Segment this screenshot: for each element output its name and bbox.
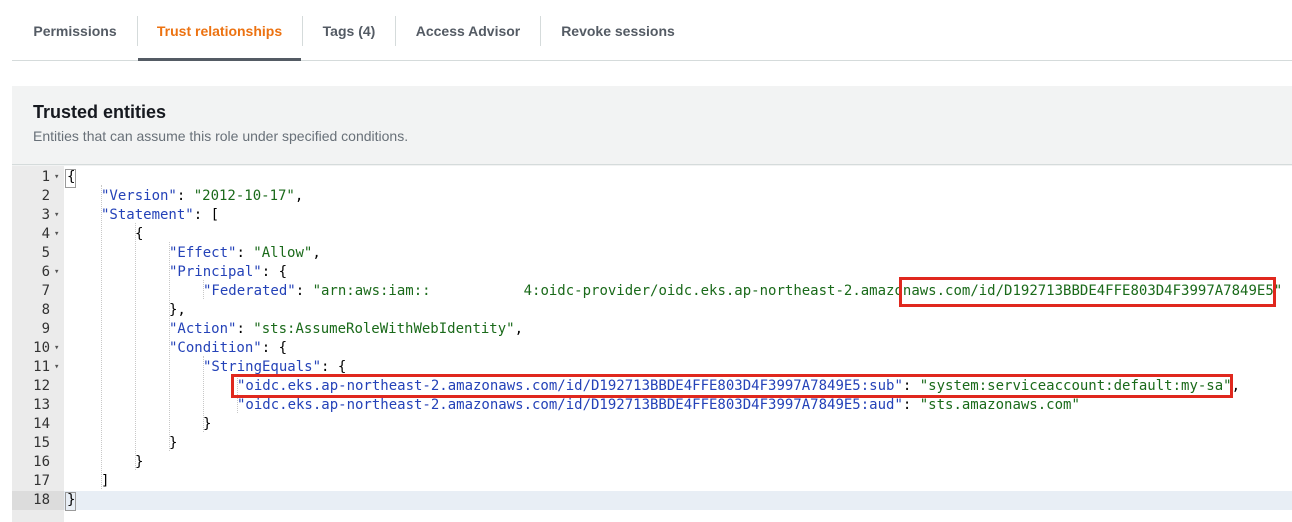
code-line: 13 "oidc.eks.ap-northeast-2.amazonaws.co… — [12, 396, 1292, 415]
json-key: "Statement" — [101, 207, 194, 223]
json-brace: }, — [169, 302, 186, 318]
tab-access-advisor[interactable]: Access Advisor — [396, 0, 540, 60]
json-colon: : — [176, 188, 194, 204]
tab-revoke-sessions[interactable]: Revoke sessions — [541, 0, 695, 60]
json-key: "Version" — [101, 188, 177, 204]
line-number: 5 — [41, 245, 50, 261]
code-line: 15 } — [12, 434, 1292, 453]
json-colon: : — [295, 283, 313, 299]
json-punct: : { — [321, 359, 347, 375]
json-punct: , — [514, 321, 524, 337]
json-line-version: "Version": "2012-10-17", — [101, 187, 303, 206]
line-number: 17 — [33, 473, 50, 489]
line-number: 2 — [41, 188, 50, 204]
json-line-aud-condition: "oidc.eks.ap-northeast-2.amazonaws.com/i… — [237, 396, 1080, 415]
line-number: 14 — [33, 416, 50, 432]
json-code-editor[interactable]: 1 ▾ { 2 "Version": "2012-10-17", 3 ▾ "Stat… — [12, 166, 1292, 522]
json-line-principal: "Principal": { — [169, 263, 287, 282]
tab-access-advisor-label: Access Advisor — [415, 23, 521, 39]
code-line: 16 } — [12, 453, 1292, 472]
json-brace: } — [169, 435, 178, 451]
code-line: 17 ] — [12, 472, 1292, 491]
code-line: 2 "Version": "2012-10-17", — [12, 187, 1292, 206]
json-key: "Action" — [169, 321, 237, 337]
panel-description: Entities that can assume this role under… — [33, 128, 409, 144]
line-number: 15 — [33, 435, 50, 451]
code-line: 14 } — [12, 415, 1292, 434]
tab-trust-relationships-label: Trust relationships — [156, 23, 283, 39]
line-number: 1 — [41, 169, 50, 185]
code-line: 10 ▾ "Condition": { — [12, 339, 1292, 358]
json-value: "Allow" — [253, 245, 313, 261]
line-number: 6 — [41, 264, 50, 280]
fold-caret-icon[interactable]: ▾ — [54, 168, 59, 187]
line-number: 16 — [33, 454, 50, 470]
json-bracket: ] — [101, 473, 110, 489]
highlight-box-sub-condition — [231, 374, 1233, 398]
tab-permissions-label: Permissions — [33, 23, 117, 39]
json-punct: , — [294, 188, 304, 204]
line-number: 9 — [41, 321, 50, 337]
json-key: "oidc.eks.ap-northeast-2.amazonaws.com/i… — [237, 397, 903, 413]
fold-caret-icon[interactable]: ▾ — [54, 225, 59, 244]
panel-header: Trusted entities Entities that can assum… — [12, 86, 1292, 165]
json-brace: } — [135, 454, 144, 470]
json-colon: : — [236, 321, 254, 337]
json-punct: : [ — [193, 207, 220, 223]
json-brace: } — [203, 416, 212, 432]
line-number: 4 — [41, 226, 50, 242]
code-line: 5 "Effect": "Allow", — [12, 244, 1292, 263]
tab-trust-relationships[interactable]: Trust relationships — [138, 0, 301, 61]
code-line: 9 "Action": "sts:AssumeRoleWithWebIdenti… — [12, 320, 1292, 339]
tab-permissions[interactable]: Permissions — [22, 0, 128, 60]
line-number: 12 — [33, 378, 50, 394]
json-line-effect: "Effect": "Allow", — [169, 244, 321, 263]
json-value: "2012-10-17" — [193, 188, 295, 204]
line-number: 11 — [33, 359, 50, 375]
line-number: 7 — [41, 283, 50, 299]
active-tab-indicator — [138, 58, 301, 61]
json-value-start: "arn:aws:iam:: — [312, 283, 431, 299]
highlight-box-federated — [899, 277, 1276, 307]
json-colon: : — [236, 245, 254, 261]
bracket-match-box — [65, 492, 76, 511]
fold-caret-icon[interactable]: ▾ — [54, 206, 59, 225]
json-key: "Federated" — [203, 283, 296, 299]
line-number: 10 — [33, 340, 50, 356]
panel-title: Trusted entities — [33, 102, 167, 122]
code-line: 3 ▾ "Statement": [ — [12, 206, 1292, 225]
line-number: 3 — [41, 207, 50, 223]
json-line-action: "Action": "sts:AssumeRoleWithWebIdentity… — [169, 320, 523, 339]
bracket-match-box — [65, 169, 76, 188]
json-value: "sts:AssumeRoleWithWebIdentity" — [253, 321, 515, 337]
json-colon: : — [902, 397, 920, 413]
line-number: 8 — [41, 302, 50, 318]
json-key: "Effect" — [169, 245, 237, 261]
tab-tags-label: Tags (4) — [322, 23, 376, 39]
fold-caret-icon[interactable]: ▾ — [54, 339, 59, 358]
json-key: "Condition" — [169, 340, 262, 356]
tab-bar: Permissions Trust relationships Tags (4)… — [12, 0, 1292, 61]
json-value: "sts.amazonaws.com" — [919, 397, 1080, 413]
json-key: "StringEquals" — [203, 359, 322, 375]
code-line-active: 18 } — [12, 491, 1292, 511]
json-punct: : { — [261, 340, 288, 356]
json-punct: , — [312, 245, 321, 261]
tab-tags[interactable]: Tags (4) — [303, 0, 395, 60]
json-line-condition: "Condition": { — [169, 339, 287, 358]
fold-caret-icon[interactable]: ▾ — [54, 263, 59, 282]
code-line: 1 ▾ { — [12, 168, 1292, 188]
json-punct: : { — [261, 264, 288, 280]
line-number: 13 — [33, 397, 50, 413]
tab-revoke-sessions-label: Revoke sessions — [561, 23, 675, 39]
fold-caret-icon[interactable]: ▾ — [54, 358, 59, 377]
json-brace: { — [135, 226, 144, 242]
code-line: 4 ▾ { — [12, 225, 1292, 244]
line-number: 18 — [33, 492, 50, 508]
json-key: "Principal" — [169, 264, 262, 280]
trusted-entities-panel: Trusted entities Entities that can assum… — [12, 86, 1292, 522]
json-line-statement: "Statement": [ — [101, 206, 219, 225]
